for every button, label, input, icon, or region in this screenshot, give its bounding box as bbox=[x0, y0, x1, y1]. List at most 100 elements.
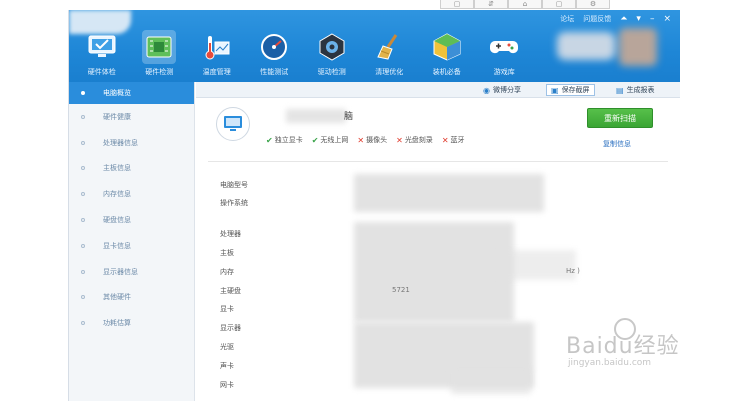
blurred-value-hardware bbox=[354, 222, 514, 322]
label-network: 网卡 bbox=[220, 381, 234, 389]
sidebar-item-memory[interactable]: 内存信息 bbox=[69, 181, 194, 207]
tool-label: 装机必备 bbox=[432, 68, 461, 76]
sidebar-item-label: 其他硬件 bbox=[103, 293, 131, 302]
sidebar-item-power[interactable]: 功耗估算 bbox=[69, 310, 194, 336]
share-label: 微博分享 bbox=[492, 86, 521, 94]
blurred-value-tail bbox=[451, 368, 531, 394]
blurred-value-model-os bbox=[354, 174, 544, 212]
bullet-icon bbox=[81, 218, 85, 223]
float-button-3[interactable]: ⌂ bbox=[508, 0, 542, 9]
generate-report-button[interactable]: ▤ 生成报表 bbox=[616, 84, 655, 96]
tool-label: 游戏库 bbox=[493, 68, 515, 76]
action-bar: ◉ 微博分享 ▣ 保存截屏 ▤ 生成报表 bbox=[196, 82, 680, 98]
cross-icon: ✕ bbox=[441, 135, 449, 145]
feature-label: 蓝牙 bbox=[450, 136, 465, 144]
sidebar-item-label: 硬盘信息 bbox=[103, 216, 131, 225]
sidebar-item-gpu[interactable]: 显卡信息 bbox=[69, 233, 194, 259]
sidebar-item-label: 处理器信息 bbox=[103, 138, 138, 147]
feature-label: 独立显卡 bbox=[274, 136, 303, 144]
sidebar-item-overview[interactable]: 电脑概览 bbox=[69, 82, 194, 104]
skin-icon[interactable]: ⏶ bbox=[620, 14, 627, 24]
close-button[interactable]: × bbox=[663, 14, 671, 24]
float-button-1[interactable]: ▢ bbox=[440, 0, 474, 9]
float-button-4[interactable]: ▢ bbox=[542, 0, 576, 9]
feature-label: 无线上网 bbox=[320, 136, 349, 144]
label-os: 操作系统 bbox=[220, 199, 248, 207]
overview-header: 脑 ✔ 独立显卡 ✔ 无线上网 ✕ 摄像头 ✕ 光盘刻录 ✕ 蓝牙 重新扫描 复制信息 bbox=[196, 99, 680, 159]
tool-label: 硬件检测 bbox=[145, 68, 174, 76]
sidebar-item-monitor[interactable]: 显示器信息 bbox=[69, 259, 194, 285]
bullet-icon bbox=[81, 321, 85, 326]
watermark-url: jingyan.baidu.com bbox=[568, 358, 652, 368]
tool-driver[interactable]: 驱动检测 bbox=[303, 30, 361, 77]
watermark: Baidu经验 jingyan.baidu.com bbox=[566, 318, 736, 388]
sidebar-item-label: 主板信息 bbox=[103, 164, 131, 173]
computer-title-suffix: 脑 bbox=[344, 112, 354, 122]
feature-item: ✕ 摄像头 bbox=[357, 135, 387, 145]
bullet-icon bbox=[81, 91, 85, 95]
check-icon: ✔ bbox=[311, 135, 319, 145]
sidebar-item-label: 显示器信息 bbox=[103, 267, 138, 276]
copy-info-link[interactable]: 复制信息 bbox=[603, 139, 631, 149]
tool-hardware-checkup[interactable]: 硬件体检 bbox=[73, 30, 131, 77]
tool-temperature[interactable]: 温度管理 bbox=[188, 30, 246, 77]
bullet-icon bbox=[81, 295, 85, 300]
sidebar-item-health[interactable]: 硬件健康 bbox=[69, 104, 194, 130]
feature-item: ✕ 蓝牙 bbox=[442, 135, 465, 145]
feature-label: 光盘刻录 bbox=[404, 136, 433, 144]
sidebar-item-motherboard[interactable]: 主板信息 bbox=[69, 156, 194, 182]
tool-label: 驱动检测 bbox=[317, 68, 346, 76]
watermark-brand: Baidu经验 bbox=[566, 334, 680, 359]
tool-performance[interactable]: 性能测试 bbox=[246, 30, 304, 77]
tool-label: 性能测试 bbox=[260, 68, 289, 76]
blurred-value-extra bbox=[496, 250, 576, 280]
float-button-5[interactable]: ⚙ bbox=[576, 0, 610, 9]
bullet-icon bbox=[81, 243, 85, 248]
feature-item: ✔ 独立显卡 bbox=[266, 135, 303, 145]
weibo-share-button[interactable]: ◉ 微博分享 bbox=[483, 84, 521, 96]
rescan-button[interactable]: 重新扫描 bbox=[587, 108, 653, 128]
weibo-icon: ◉ bbox=[483, 85, 490, 95]
divider bbox=[208, 161, 668, 162]
disk-value-fragment: 5721 bbox=[392, 286, 410, 294]
tool-label: 清理优化 bbox=[375, 68, 404, 76]
save-label: 保存截屏 bbox=[561, 86, 590, 94]
label-disk: 主硬盘 bbox=[220, 287, 241, 295]
driver-gear-icon bbox=[315, 30, 349, 64]
camera-icon: ▣ bbox=[551, 85, 559, 95]
feature-item: ✔ 无线上网 bbox=[312, 135, 349, 145]
forum-link[interactable]: 论坛 bbox=[560, 14, 574, 24]
tool-label: 温度管理 bbox=[202, 68, 231, 76]
broom-icon bbox=[372, 30, 406, 64]
minimize-button[interactable]: – bbox=[650, 14, 655, 24]
top-toolbar: 论坛 问题反馈 ⏶ ▾ – × 硬件体检 硬件检测 温度管理 性能测试 驱动检测… bbox=[69, 10, 680, 82]
bullet-icon bbox=[81, 114, 85, 119]
feature-list: ✔ 独立显卡 ✔ 无线上网 ✕ 摄像头 ✕ 光盘刻录 ✕ 蓝牙 bbox=[266, 135, 465, 145]
sidebar-item-disk[interactable]: 硬盘信息 bbox=[69, 207, 194, 233]
label-monitor: 显示器 bbox=[220, 324, 241, 332]
sidebar-item-label: 电脑概览 bbox=[103, 89, 131, 97]
float-button-2[interactable]: ⇵ bbox=[474, 0, 508, 9]
bullet-icon bbox=[81, 140, 85, 145]
feedback-link[interactable]: 问题反馈 bbox=[583, 14, 611, 24]
computer-icon bbox=[216, 107, 250, 141]
screenshot-stage: ▢ ⇵ ⌂ ▢ ⚙ 论坛 问题反馈 ⏶ ▾ – × 硬件体检 硬件检测 温度管理… bbox=[0, 0, 742, 401]
sidebar-item-other[interactable]: 其他硬件 bbox=[69, 285, 194, 311]
blurred-user-area bbox=[557, 24, 665, 68]
tool-game-library[interactable]: 游戏库 bbox=[476, 30, 534, 77]
sidebar-item-label: 功耗估算 bbox=[103, 319, 131, 328]
tool-essentials[interactable]: 装机必备 bbox=[418, 30, 476, 77]
save-screenshot-button[interactable]: ▣ 保存截屏 bbox=[546, 84, 595, 96]
bullet-icon bbox=[81, 192, 85, 197]
thermometer-icon bbox=[200, 30, 234, 64]
menu-icon[interactable]: ▾ bbox=[636, 14, 641, 24]
sidebar-item-label: 内存信息 bbox=[103, 190, 131, 199]
sidebar-item-cpu[interactable]: 处理器信息 bbox=[69, 130, 194, 156]
blurred-computer-name bbox=[286, 109, 346, 123]
report-icon: ▤ bbox=[616, 85, 624, 95]
speedometer-icon bbox=[257, 30, 291, 64]
monitor-check-icon bbox=[85, 30, 119, 64]
tool-cleanup[interactable]: 清理优化 bbox=[361, 30, 419, 77]
window-controls: 论坛 问题反馈 ⏶ ▾ – × bbox=[560, 14, 671, 24]
tool-hardware-detect[interactable]: 硬件检测 bbox=[131, 30, 189, 77]
